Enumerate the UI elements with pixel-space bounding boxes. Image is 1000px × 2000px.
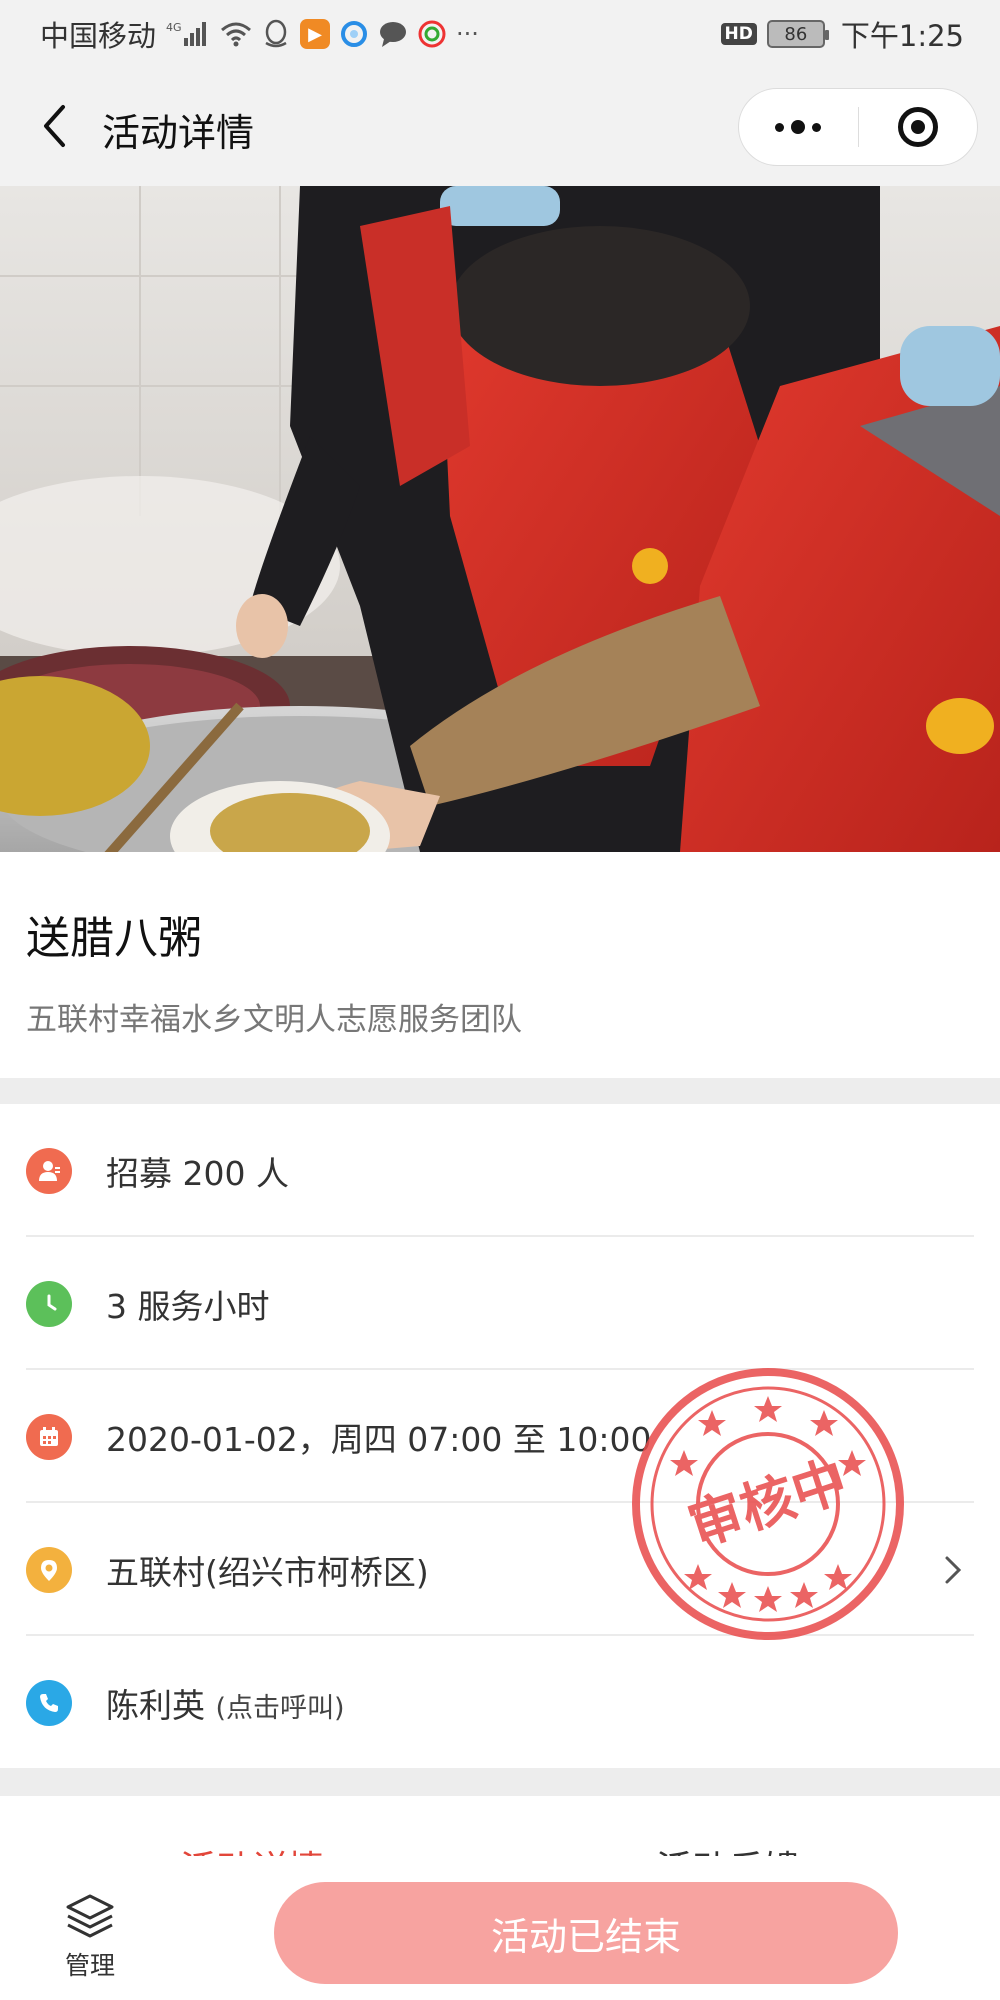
- info-row-contact[interactable]: 陈利英 (点击呼叫): [0, 1636, 1000, 1769]
- battery-icon: 86: [766, 20, 829, 48]
- tab-activity-feedback[interactable]: 活动反馈: [656, 1840, 800, 1856]
- miniprogram-capsule: [738, 88, 978, 166]
- calendar-icon: [26, 1413, 72, 1460]
- volunteers-cooking-illustration: [0, 186, 1000, 852]
- wifi-icon: [220, 21, 252, 47]
- carrier-label: 中国移动: [40, 19, 157, 53]
- detail-tabs: 活动详情 活动反馈: [0, 1796, 1000, 1856]
- back-arrow-icon: [44, 105, 65, 147]
- manage-button[interactable]: 管理: [50, 1892, 130, 1992]
- info-row-location[interactable]: 五联村(绍兴市柯桥区): [0, 1503, 1000, 1636]
- recruit-count: 招募 200 人: [106, 1153, 289, 1193]
- info-row-recruit: 招募 200 人: [0, 1104, 1000, 1237]
- info-row-hours: 3 服务小时: [0, 1237, 1000, 1370]
- activity-info-list: 招募 200 人 3 服务小时 2020-01-02，周四 07:00 至 10…: [0, 1104, 1000, 1768]
- camera-app-icon: [418, 20, 446, 48]
- more-dots-icon: [775, 120, 822, 134]
- tab-activity-detail[interactable]: 活动详情: [180, 1840, 324, 1856]
- qq-app-icon: [262, 19, 290, 49]
- activity-ended-button[interactable]: 活动已结束: [274, 1882, 898, 1984]
- message-app-icon: [378, 20, 408, 48]
- signal-icon: 4G: [166, 20, 210, 48]
- call-hint: (点击呼叫): [215, 1692, 345, 1724]
- hd-badge: HD: [720, 23, 757, 45]
- contact-info: 陈利英 (点击呼叫): [106, 1679, 345, 1727]
- layers-icon: [66, 1894, 114, 1938]
- activity-header-card: 送腊八粥 五联村幸福水乡文明人志愿服务团队: [0, 852, 1000, 1078]
- location-pin-icon: [26, 1546, 72, 1593]
- target-close-icon: [897, 107, 938, 147]
- chevron-right-icon: [945, 1556, 962, 1583]
- phone-icon: [26, 1679, 72, 1726]
- info-row-datetime: 2020-01-02，周四 07:00 至 10:00: [0, 1370, 1000, 1503]
- service-hours: 3 服务小时: [106, 1286, 270, 1326]
- nav-bar: 活动详情: [0, 68, 1000, 186]
- page-title: 活动详情: [102, 111, 255, 155]
- battery-level: 86: [784, 23, 808, 45]
- browser-app-icon: [340, 20, 368, 48]
- more-notifications: ···: [456, 20, 479, 48]
- activity-cover-image: [0, 186, 1000, 852]
- video-app-icon: ▶: [300, 19, 331, 49]
- status-right: HD 86 下午1:25: [720, 13, 964, 55]
- network-label: 4G: [166, 21, 182, 34]
- close-miniprogram-button[interactable]: [859, 89, 978, 165]
- status-left: 中国移动 4G ▶ ···: [40, 13, 479, 55]
- contact-name: 陈利英: [106, 1685, 205, 1725]
- manage-label: 管理: [64, 1951, 115, 1980]
- bottom-action-bar: 管理 活动已结束: [0, 1856, 1000, 2000]
- person-icon: [26, 1147, 72, 1194]
- clock: 下午1:25: [840, 19, 964, 53]
- activity-location: 五联村(绍兴市柯桥区): [106, 1552, 429, 1592]
- more-button[interactable]: [739, 89, 858, 165]
- clock-icon: [26, 1280, 72, 1327]
- activity-datetime: 2020-01-02，周四 07:00 至 10:00: [106, 1419, 652, 1459]
- back-button[interactable]: [28, 94, 80, 158]
- status-bar: 中国移动 4G ▶ ··· HD 86 下午1:25: [0, 0, 1000, 68]
- activity-title: 送腊八粥: [26, 913, 202, 964]
- organizer-team: 五联村幸福水乡文明人志愿服务团队: [26, 1002, 522, 1038]
